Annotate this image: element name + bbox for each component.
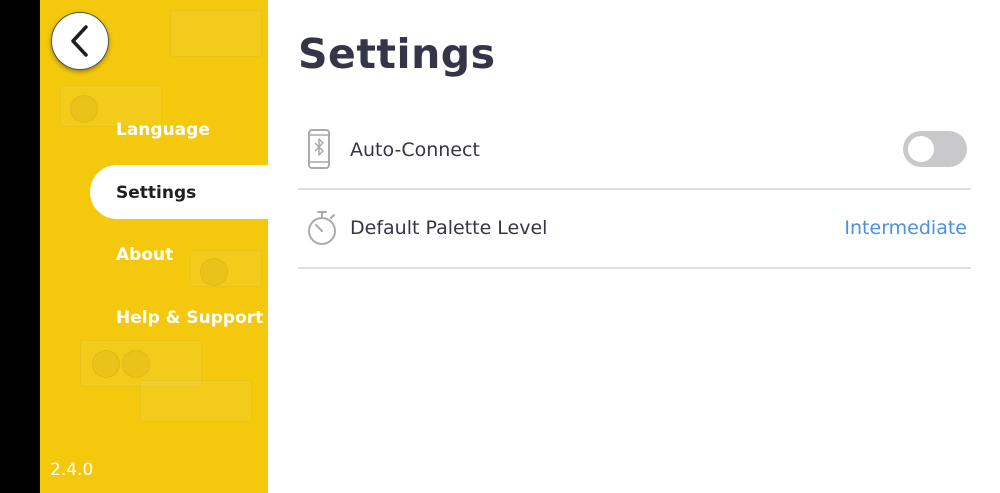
default-palette-level-value[interactable]: Intermediate	[844, 217, 967, 239]
setting-row-auto-connect[interactable]: Auto-Connect	[298, 110, 971, 190]
left-bezel	[0, 0, 40, 493]
brick-decoration	[140, 380, 252, 422]
app-version: 2.4.0	[50, 460, 94, 480]
auto-connect-toggle[interactable]	[903, 131, 967, 167]
stopwatch-icon	[306, 209, 338, 252]
toggle-knob	[908, 136, 934, 162]
stud-decoration	[200, 258, 228, 286]
page-title: Settings	[298, 30, 496, 78]
auto-connect-label: Auto-Connect	[350, 139, 480, 161]
back-button[interactable]	[51, 12, 109, 70]
stud-decoration	[122, 350, 150, 378]
bluetooth-phone-icon	[306, 128, 332, 175]
brick-decoration	[170, 10, 262, 57]
chevron-left-icon	[71, 25, 88, 57]
setting-row-default-palette-level[interactable]: Default Palette Level Intermediate	[298, 189, 971, 269]
default-palette-level-label: Default Palette Level	[350, 217, 548, 239]
stud-decoration	[92, 350, 120, 378]
sidebar-item-about[interactable]: About	[116, 245, 173, 265]
sidebar-item-settings[interactable]: Settings	[116, 183, 196, 203]
sidebar-item-language[interactable]: Language	[116, 120, 210, 140]
sidebar-item-help-support[interactable]: Help & Support	[116, 308, 263, 328]
stud-decoration	[70, 95, 98, 123]
